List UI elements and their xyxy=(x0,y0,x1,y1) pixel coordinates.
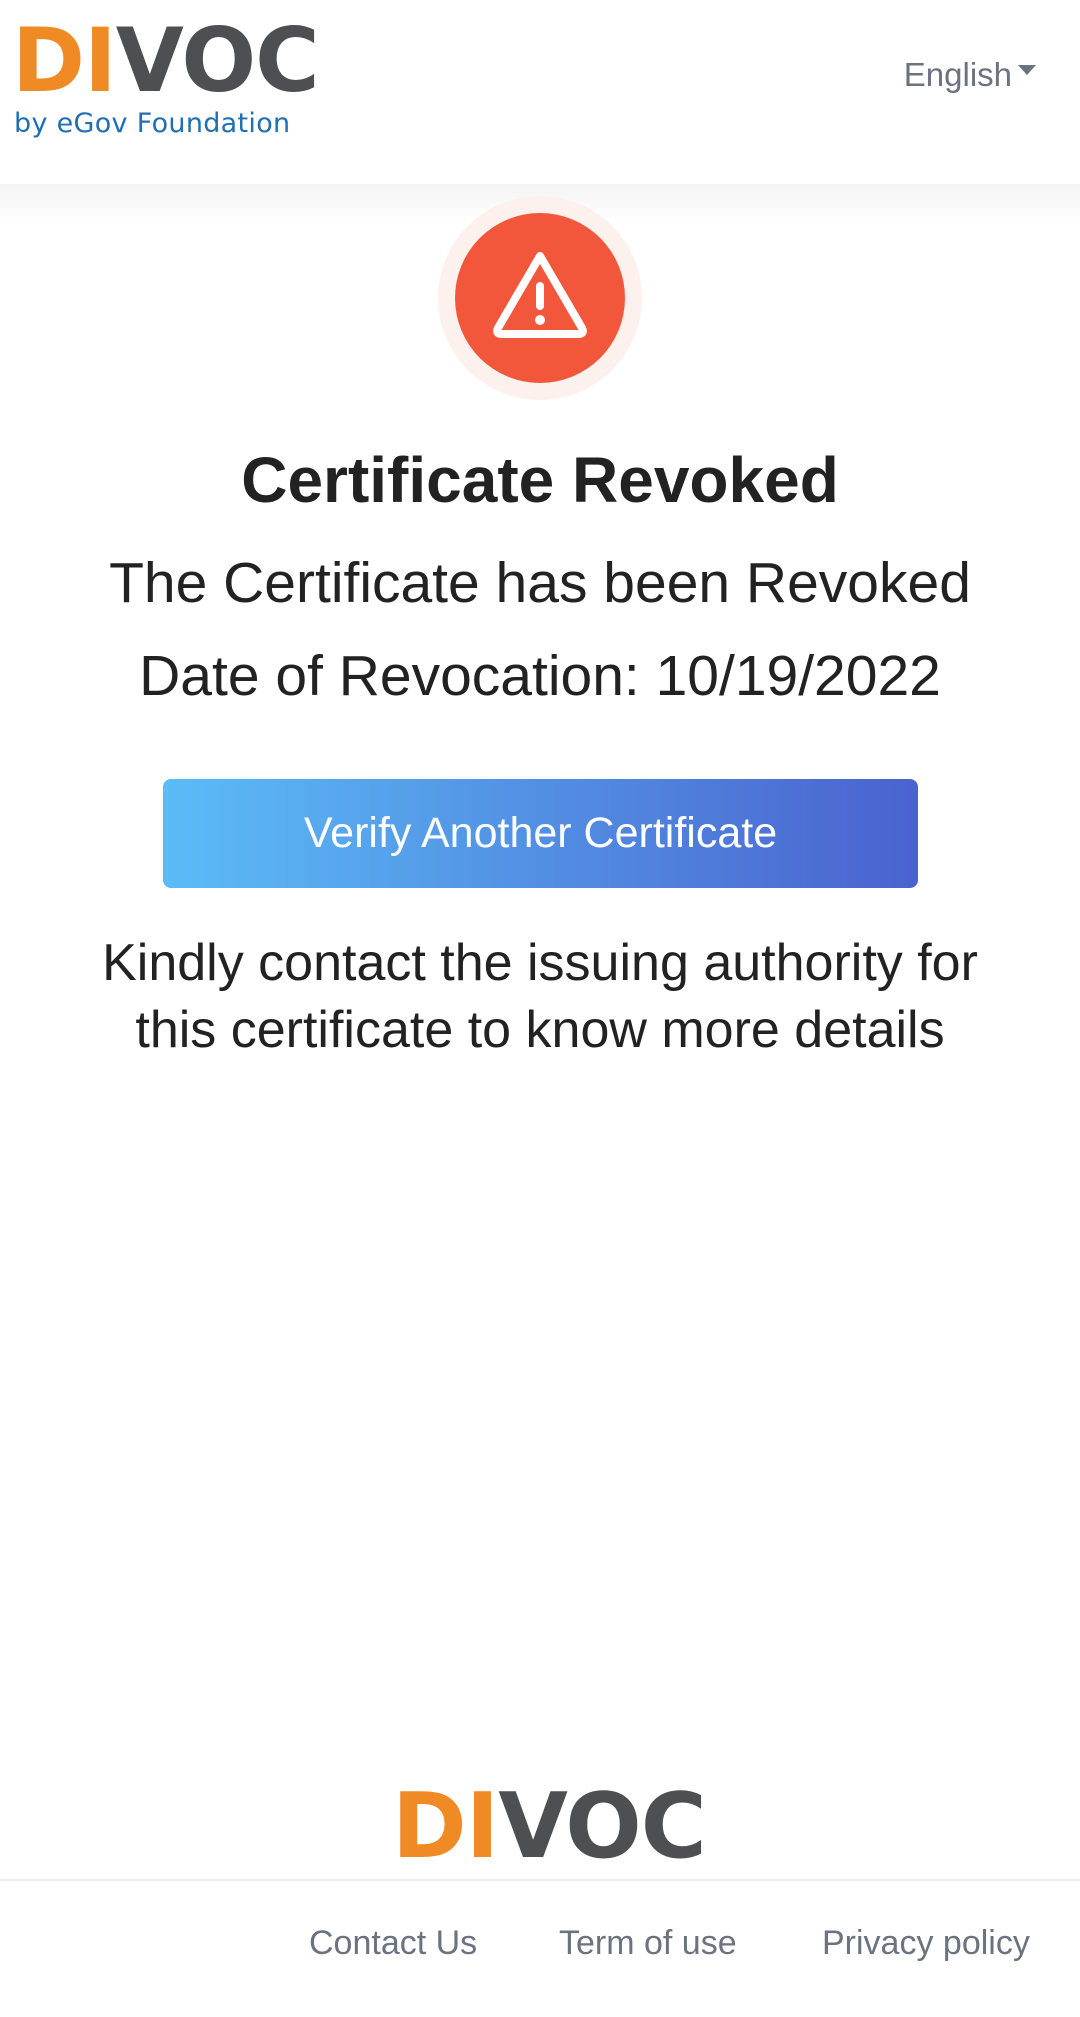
logo-tagline: by eGov Foundation xyxy=(14,108,291,139)
footer-divoc-logo: DIVOC xyxy=(392,1775,702,1879)
footer-divider xyxy=(0,1879,1080,1881)
logo-wordmark: DIVOC xyxy=(12,9,320,112)
verification-page: DIVOC by eGov Foundation English Certifi… xyxy=(0,0,1080,2017)
header: DIVOC by eGov Foundation English xyxy=(0,0,1080,184)
language-dropdown[interactable]: English xyxy=(904,56,1036,94)
verify-another-certificate-button[interactable]: Verify Another Certificate xyxy=(163,779,918,888)
divoc-logo[interactable]: DIVOC by eGov Foundation xyxy=(12,17,320,145)
warning-triangle-icon xyxy=(455,213,625,383)
language-selected: English xyxy=(903,56,1012,93)
revocation-date: Date of Revocation: 10/19/2022 xyxy=(139,644,941,708)
status-message: The Certificate has been Revoked xyxy=(109,551,971,615)
contact-authority-note: Kindly contact the issuing authority for… xyxy=(102,934,978,1059)
term-of-use-link[interactable]: Term of use xyxy=(559,1924,737,1963)
contact-us-link[interactable]: Contact Us xyxy=(309,1924,477,1963)
status-title: Certificate Revoked xyxy=(241,444,839,516)
chevron-down-icon xyxy=(1018,65,1036,75)
privacy-policy-link[interactable]: Privacy policy xyxy=(822,1924,1030,1963)
footer-logo-wordmark: DIVOC xyxy=(392,1775,702,1879)
footer-links: Contact Us Term of use Privacy policy xyxy=(0,1924,1080,1974)
